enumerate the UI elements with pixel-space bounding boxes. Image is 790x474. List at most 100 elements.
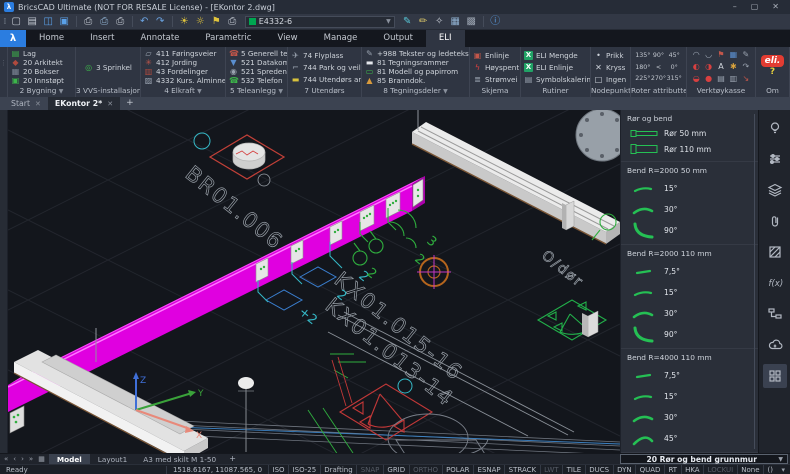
ribbon-item[interactable]: ▱411 Føringsveier	[144, 49, 222, 58]
curve-tool-icon[interactable]: ↷	[740, 61, 752, 73]
arc-tool-icon[interactable]: ◠	[690, 49, 702, 61]
palette-item[interactable]: 15°	[621, 178, 758, 199]
ribbon-tab-output[interactable]: Output	[370, 30, 426, 47]
layers-icon[interactable]	[763, 178, 787, 202]
info-icon[interactable]: ⓘ	[488, 15, 503, 29]
status-toggle-snap[interactable]: SNAP	[356, 465, 383, 474]
maximize-button[interactable]: ▢	[744, 0, 766, 14]
hatch-icon[interactable]	[763, 240, 787, 264]
ribbon-tab-view[interactable]: View	[264, 30, 310, 47]
ribbon-tab-manage[interactable]: Manage	[311, 30, 371, 47]
palette-item[interactable]: 30°	[621, 199, 758, 220]
ribbon-item[interactable]: ✕Kryss	[594, 63, 627, 72]
status-toggle-esnap[interactable]: ESNAP	[473, 465, 504, 474]
ribbon-item[interactable]: ◆20 Arkitekt	[11, 58, 72, 67]
layout-tab-a3-med-skilt-m-1-50[interactable]: A3 med skilt M 1-50	[135, 454, 224, 464]
manhole-flange[interactable]	[576, 110, 620, 161]
ribbon-grip[interactable]: ⋮	[0, 47, 8, 97]
pencil-tool-icon[interactable]: ✎	[740, 49, 752, 61]
ribbon-item[interactable]: ✎+988 Tekster og ledeteksthøyder	[365, 49, 466, 58]
plot-icon[interactable]: ⎙	[225, 15, 240, 29]
print-icon[interactable]: ⎙	[113, 15, 128, 29]
ribbon-panel-label[interactable]: 8 Tegningsdeler ▼	[362, 85, 469, 97]
lightbulb-icon[interactable]: ☀	[177, 15, 192, 29]
status-toggle-polar[interactable]: POLAR	[442, 465, 473, 474]
palette-item[interactable]: Rør 110 mm	[621, 141, 758, 158]
ribbon-item[interactable]: ϟHøyspent	[473, 63, 517, 72]
attachments-icon[interactable]	[763, 209, 787, 233]
new-layout-button[interactable]: +	[224, 454, 241, 464]
ribbon-item[interactable]: ☎5 Generell teleanlegg	[229, 49, 284, 58]
ribbon-item[interactable]: ▼521 Datakom.	[229, 58, 284, 67]
status-toggle-ortho[interactable]: ORTHO	[409, 465, 442, 474]
palette-item[interactable]: 7,5°	[621, 261, 758, 282]
copy-tool-icon[interactable]: ▥	[727, 73, 739, 85]
save-all-icon[interactable]: ▣	[57, 15, 72, 29]
page-setup-icon[interactable]: ⎙	[81, 15, 96, 29]
ribbon-item[interactable]: ▣20 Innstøpt	[11, 76, 72, 85]
ribbon-item[interactable]: ▬81 Tegningsrammer	[365, 58, 466, 67]
image-icon[interactable]: ▩	[464, 15, 479, 29]
next-layout-icon[interactable]: ›	[19, 455, 26, 463]
settings-sliders-icon[interactable]	[763, 147, 787, 171]
layer-light-icon[interactable]: ⚑	[209, 15, 224, 29]
ribbon-item[interactable]: •Prikk	[594, 51, 627, 60]
status-toggle-grid[interactable]: GRID	[383, 465, 409, 474]
status-toggle-iso[interactable]: ISO	[268, 465, 288, 474]
text-tool-icon[interactable]: A	[715, 61, 727, 73]
palette-item[interactable]: 30°	[621, 407, 758, 428]
ribbon-panel-label[interactable]: 2 Bygning ▼	[8, 85, 75, 97]
light-pole[interactable]	[238, 377, 254, 452]
copy-tool-icon[interactable]: ▤	[715, 73, 727, 85]
ribbon-tab-home[interactable]: Home	[26, 30, 77, 47]
status-toggle-[interactable]: ()	[763, 465, 776, 474]
last-layout-icon[interactable]: »	[27, 455, 35, 463]
arrow-tool-icon[interactable]: ↘	[740, 73, 752, 85]
sun-icon[interactable]: ☼	[193, 15, 208, 29]
save-icon[interactable]: ◫	[41, 15, 56, 29]
ribbon-item[interactable]: ◉521 Spredenett	[229, 67, 284, 76]
palette-item[interactable]: 90°	[621, 220, 758, 241]
document-tab-start[interactable]: Start✕	[4, 97, 48, 110]
minimize-button[interactable]: –	[726, 0, 744, 14]
palette-scrollbar[interactable]	[754, 114, 755, 449]
key-icon[interactable]: ✧	[432, 15, 447, 29]
ribbon-tab-insert[interactable]: Insert	[77, 30, 127, 47]
ribbon-item[interactable]: ▥43 Fordelinger	[144, 67, 222, 76]
drawing-canvas[interactable]: Z Y X	[8, 110, 620, 453]
ribbon-item[interactable]: XELI Mengde	[524, 51, 587, 60]
status-toggle-rt[interactable]: RT	[664, 465, 681, 474]
status-toggle-hka[interactable]: HKA	[681, 465, 704, 474]
cloud-icon[interactable]	[763, 333, 787, 357]
toolbar-grip[interactable]: ⁞⁞	[3, 17, 5, 27]
open-icon[interactable]: ▤	[25, 15, 40, 29]
ribbon-tab-eli[interactable]: ELI	[426, 30, 465, 47]
application-button[interactable]: λ	[0, 30, 26, 47]
ribbon-item[interactable]: ▤Lag	[11, 49, 72, 58]
angle-180-icon[interactable]: ◒	[690, 73, 702, 85]
status-toggle-drafting[interactable]: Drafting	[320, 465, 356, 474]
angle-45-icon[interactable]: ◐	[690, 61, 702, 73]
angle-90-icon[interactable]: ◑	[702, 61, 714, 73]
palette-tool-icon[interactable]: ✱	[727, 61, 739, 73]
status-toggle-dyn[interactable]: DYN	[613, 465, 636, 474]
ribbon-item[interactable]: ▬744 Utendørs armaturer	[291, 75, 358, 84]
structure-icon[interactable]	[763, 302, 787, 326]
rotate-angle-option[interactable]: <	[651, 62, 667, 74]
close-icon[interactable]: ✕	[35, 100, 41, 108]
arc-tool-icon[interactable]: ◡	[702, 49, 714, 61]
status-toggle-ducs[interactable]: DUCS	[585, 465, 613, 474]
cad-viewport[interactable]: Z Y X	[8, 110, 620, 453]
status-toggle-lockui[interactable]: LOCKUI	[703, 465, 737, 474]
new-document-tab-button[interactable]: +	[120, 97, 140, 110]
ribbon-item[interactable]: ▭81 Modell og papirrom	[365, 67, 466, 76]
ribbon-item[interactable]: ▤Symbolskalering	[524, 75, 587, 84]
rotate-angle-option[interactable]: 270°	[651, 73, 667, 85]
ribbon-item[interactable]: ⌐744 Park og veilys	[291, 63, 358, 72]
status-toggle-tile[interactable]: TILE	[562, 465, 585, 474]
ribbon-item[interactable]: ✈74 Flyplass	[291, 51, 358, 60]
layout-list-icon[interactable]: ▦	[36, 455, 47, 463]
document-tab-ekontor-2-[interactable]: EKontor 2*✕	[48, 97, 120, 110]
flag-tool-icon[interactable]: ⚑	[715, 49, 727, 61]
palette-item[interactable]: 30°	[621, 303, 758, 324]
